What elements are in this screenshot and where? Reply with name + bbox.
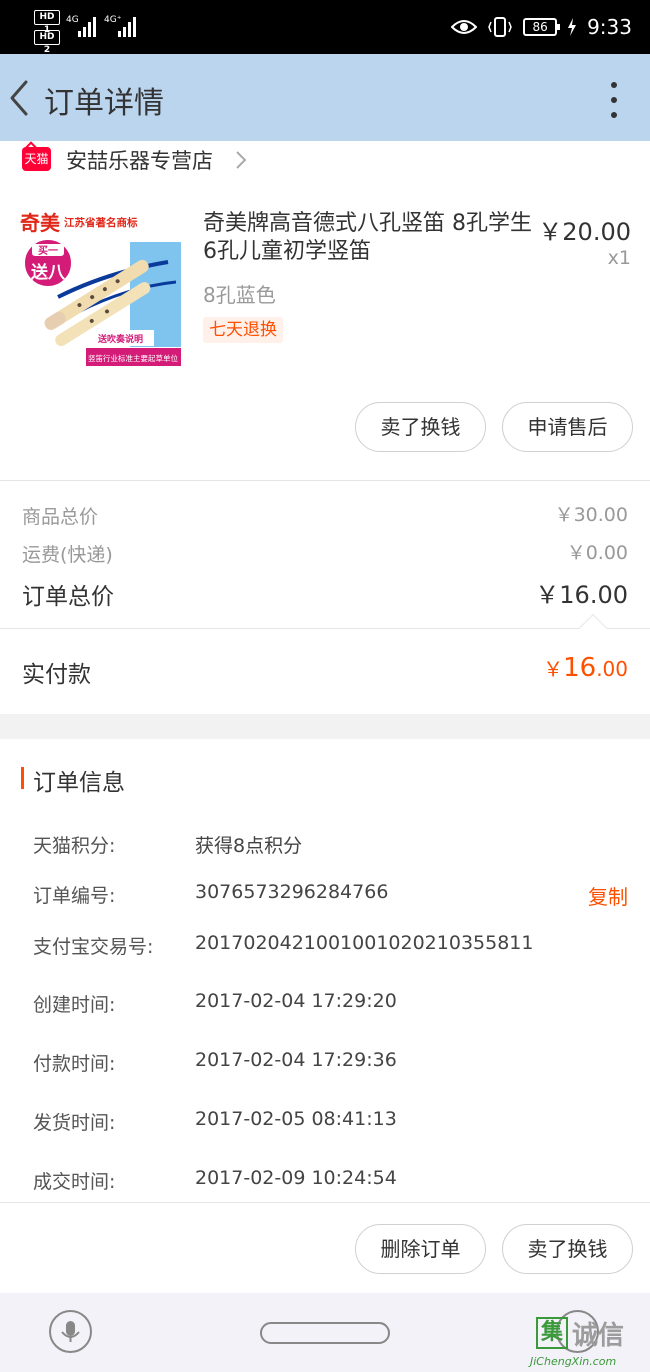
section-gap (0, 714, 650, 739)
chevron-right-icon (236, 151, 247, 169)
paid-amount: ￥16.00 (543, 653, 628, 683)
clock: 9:33 (587, 15, 632, 39)
microphone-button[interactable] (49, 1310, 92, 1353)
gift-text: 送吹奏说明 (97, 333, 143, 345)
product-title[interactable]: 奇美牌高音德式八孔竖笛 8孔学生6孔儿童初学竖笛 (203, 210, 533, 265)
network-type-1: 4G (66, 15, 79, 25)
alipay-trade-label: 支付宝交易号: (33, 936, 154, 958)
more-vertical-icon (611, 82, 617, 88)
tmall-badge: 天猫 (22, 147, 51, 171)
copy-order-number-button[interactable]: 复制 (588, 881, 628, 910)
product-image[interactable]: 奇美 江苏省著名商标 买一 送八 送吹奏说明 竖笛行业标准主要起草单位 (18, 202, 181, 370)
order-number-label: 订单编号: (33, 885, 116, 907)
product-quantity: x1 (607, 247, 631, 269)
paid-section: 实付款 ￥16.00 (0, 629, 650, 714)
watermark-text: 诚信 (572, 1321, 625, 1351)
order-total-value: ￥16.00 (535, 581, 628, 609)
divider (0, 480, 650, 481)
back-button[interactable] (6, 76, 36, 120)
paid-currency: ￥ (543, 657, 564, 681)
sell-for-cash-button-bottom[interactable]: 卖了换钱 (502, 1224, 633, 1274)
charging-icon (568, 18, 577, 36)
goods-total-label: 商品总价 (22, 506, 99, 528)
signal-icon-2 (118, 15, 136, 37)
microphone-icon (61, 1321, 80, 1342)
product-image-art: 奇美 江苏省著名商标 买一 送八 送吹奏说明 竖笛行业标准主要起草单位 (18, 202, 181, 370)
order-total-label: 订单总价 (22, 584, 114, 610)
section-accent-bar (21, 767, 24, 789)
footer-text: 竖笛行业标准主要起草单位 (88, 353, 178, 363)
status-bar: HD 1 HD 2 4G 4G⁺ 86 9:33 (0, 0, 650, 55)
goods-total-value: ￥30.00 (554, 504, 628, 526)
shipped-time-label: 发货时间: (33, 1112, 116, 1134)
created-time-label: 创建时间: (33, 994, 116, 1016)
shipping-label: 运费(快递) (22, 544, 113, 566)
title-bar: 订单详情 (0, 54, 650, 141)
chevron-left-icon (10, 80, 28, 116)
signal-icon (78, 15, 96, 37)
hd-voice-indicator: HD 1 (34, 10, 60, 35)
product-sku: 8孔蓝色 (203, 283, 276, 307)
order-number-value: 3076573296284766 (195, 881, 389, 903)
alipay-trade-value: 2017020421001001020210355811 (195, 932, 534, 954)
shipped-time-value: 2017-02-05 08:41:13 (195, 1108, 397, 1130)
hd-voice-indicator-2: HD 2 (34, 30, 60, 55)
completed-time-label: 成交时间: (33, 1171, 116, 1193)
promo-bottom-text: 送八 (31, 262, 66, 283)
sell-for-cash-button[interactable]: 卖了换钱 (355, 402, 486, 452)
created-time-value: 2017-02-04 17:29:20 (195, 990, 397, 1012)
after-sale-button[interactable]: 申请售后 (502, 402, 633, 452)
system-nav-bar: 集 诚信 JiChengXin.com (0, 1293, 650, 1372)
eye-comfort-icon (451, 20, 478, 34)
shipping-value: ￥0.00 (566, 542, 628, 564)
paid-label: 实付款 (22, 662, 91, 688)
divider (0, 1202, 650, 1203)
paid-time-value: 2017-02-04 17:29:36 (195, 1049, 397, 1071)
home-button[interactable] (260, 1322, 390, 1344)
vibrate-icon (488, 17, 512, 37)
delete-order-button[interactable]: 删除订单 (355, 1224, 486, 1274)
product-price: ￥20.00 (538, 218, 631, 246)
watermark-logo: 集 (536, 1317, 568, 1349)
brand-note-text: 江苏省著名商标 (64, 216, 138, 229)
completed-time-value: 2017-02-09 10:24:54 (195, 1167, 397, 1189)
battery-icon: 86 (523, 18, 561, 36)
more-options-button[interactable] (608, 82, 620, 118)
page-title: 订单详情 (44, 86, 164, 121)
watermark-url: JiChengXin.com (530, 1355, 617, 1368)
order-info-title: 订单信息 (33, 770, 125, 796)
paid-integer: 16 (563, 653, 597, 683)
paid-decimal: .00 (596, 657, 628, 681)
store-name: 安喆乐器专营店 (66, 149, 213, 173)
points-label: 天猫积分: (33, 835, 116, 857)
store-row[interactable]: 天猫 安喆乐器专营店 (0, 141, 650, 181)
promo-top-text: 买一 (38, 245, 58, 257)
paid-time-label: 付款时间: (33, 1053, 116, 1075)
service-tag: 七天退换 (203, 317, 283, 343)
points-value: 获得8点积分 (195, 835, 303, 857)
brand-text: 奇美 (20, 211, 61, 235)
